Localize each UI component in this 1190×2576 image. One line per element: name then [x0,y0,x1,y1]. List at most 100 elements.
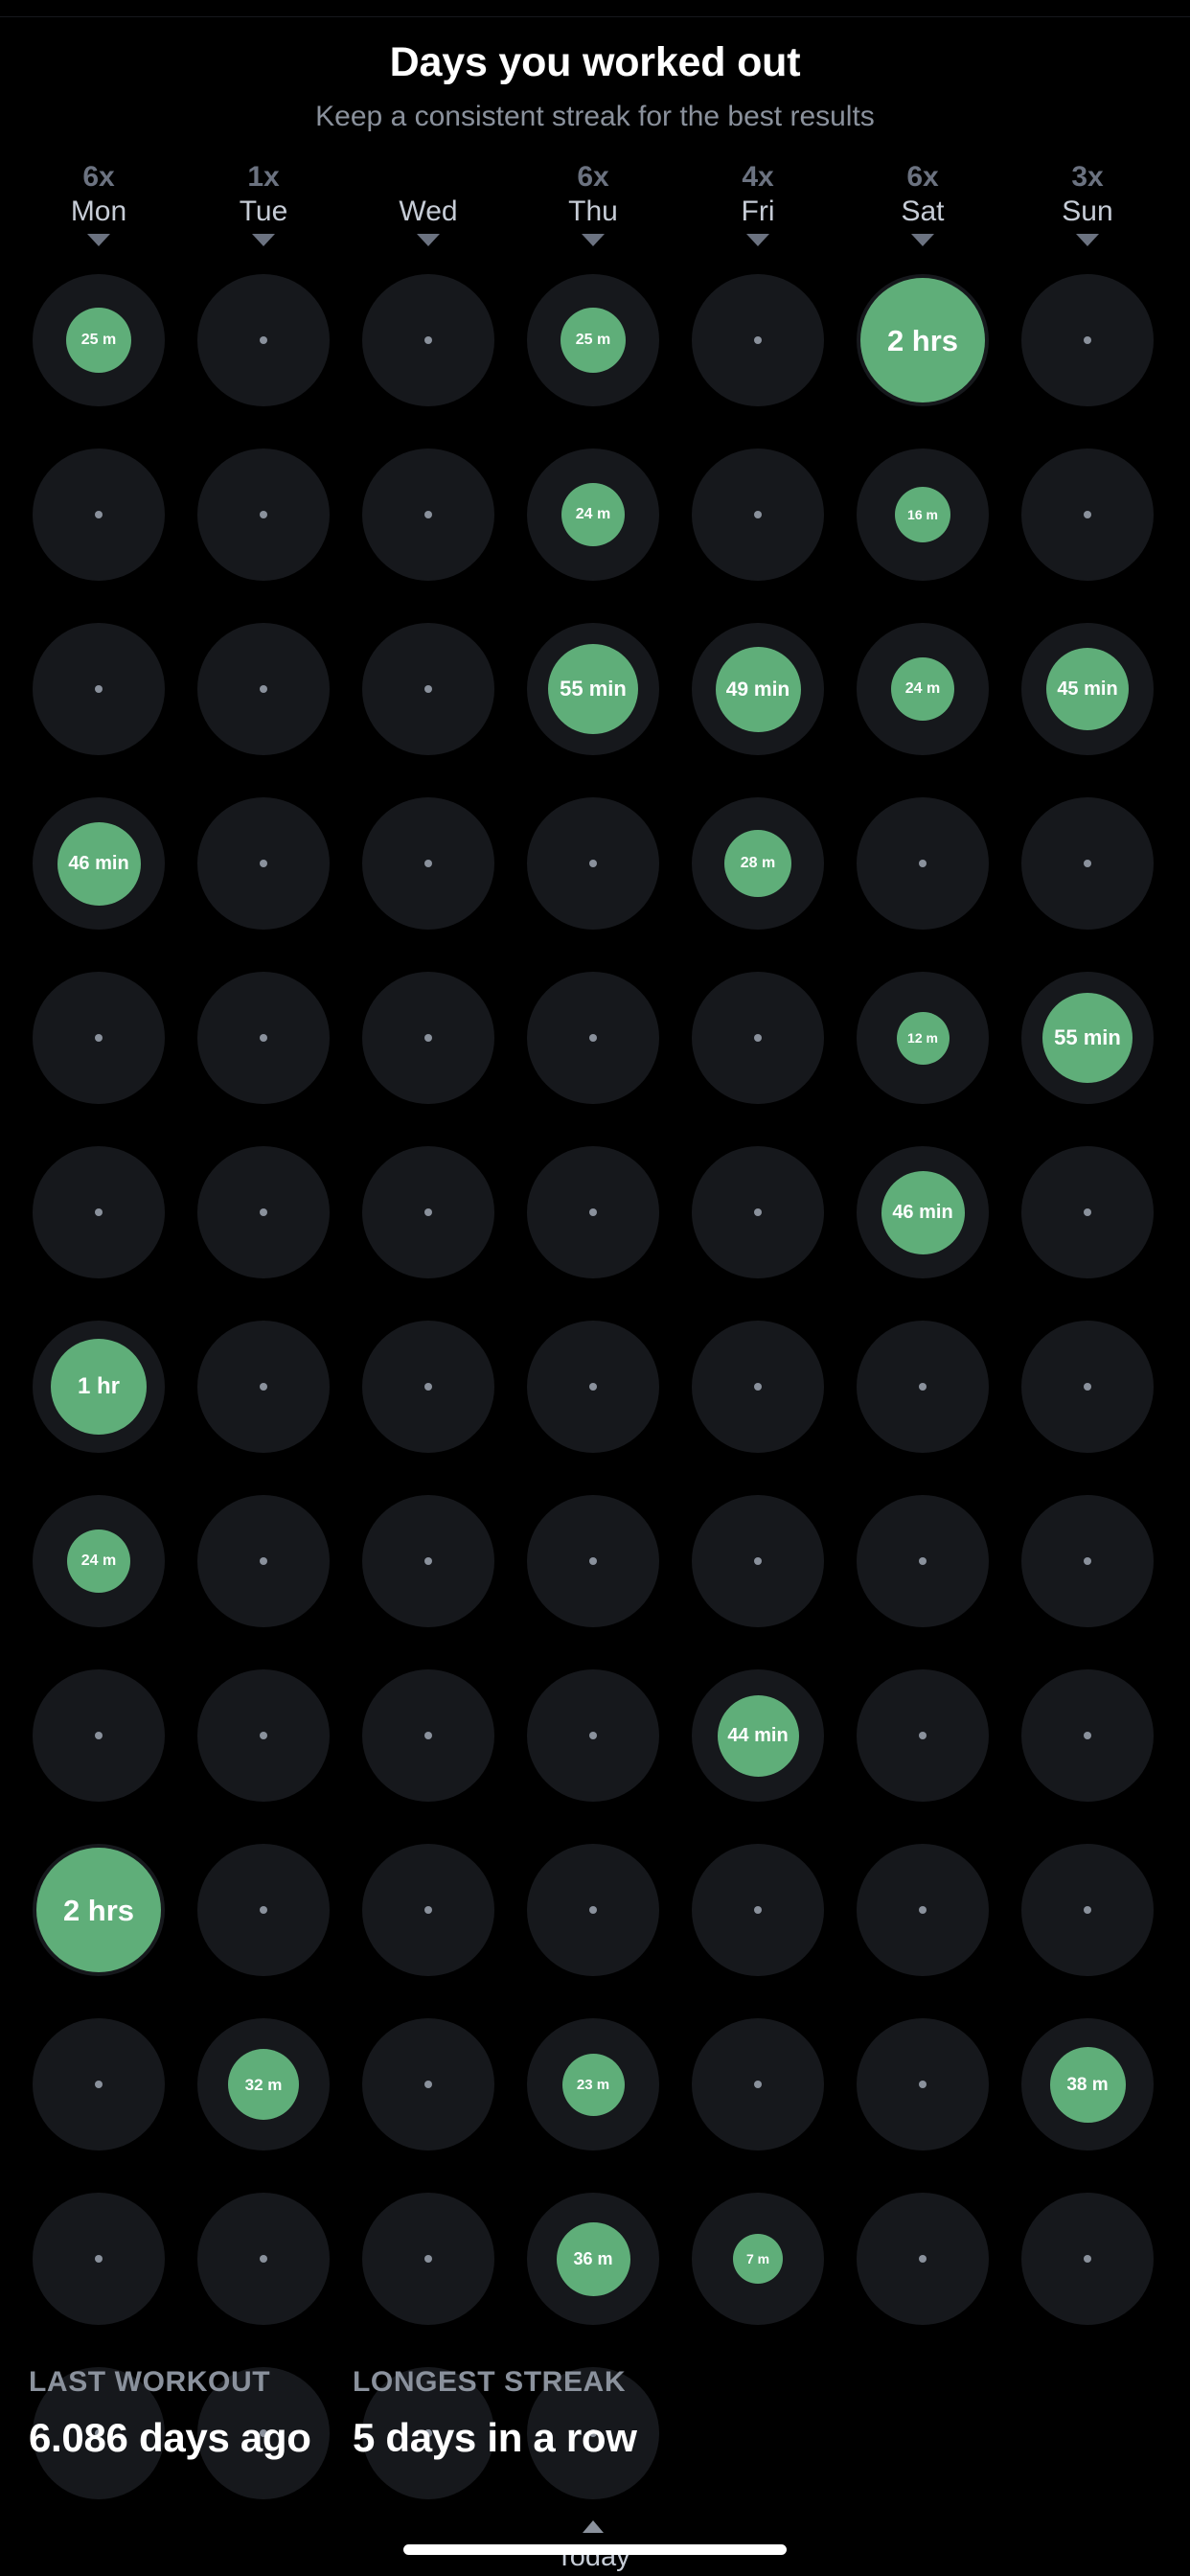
workout-day-cell[interactable]: 1 hr [33,1321,165,1453]
workout-day-cell[interactable] [857,2018,989,2150]
workout-day-cell[interactable] [692,274,824,406]
workout-day-cell[interactable] [197,1321,330,1453]
workout-day-cell[interactable]: 46 min [857,1146,989,1278]
workout-day-cell[interactable] [33,1146,165,1278]
workout-day-cell[interactable]: 16 m [857,448,989,581]
workout-day-cell[interactable] [33,2193,165,2325]
workout-day-cell[interactable] [692,972,824,1104]
workout-day-cell[interactable]: 2 hrs [33,1844,165,1976]
workout-day-cell[interactable] [362,2193,494,2325]
workout-day-cell[interactable]: 25 m [33,274,165,406]
workout-day-cell[interactable] [362,448,494,581]
workout-day-cell[interactable]: 55 min [527,623,659,755]
workout-day-cell[interactable] [1021,1844,1154,1976]
workout-duration-bubble[interactable]: 55 min [1042,993,1133,1083]
workout-day-cell[interactable] [692,1146,824,1278]
workout-day-cell[interactable]: 25 m [527,274,659,406]
workout-day-cell[interactable] [362,797,494,930]
workout-day-cell[interactable] [692,1844,824,1976]
workout-day-cell[interactable]: 28 m [692,797,824,930]
workout-day-cell[interactable] [527,1321,659,1453]
workout-day-cell[interactable] [362,1844,494,1976]
workout-duration-bubble[interactable]: 45 min [1046,648,1129,730]
workout-day-cell[interactable] [527,797,659,930]
workout-day-cell[interactable] [33,448,165,581]
workout-duration-bubble[interactable]: 2 hrs [36,1848,161,1972]
workout-day-cell[interactable] [362,623,494,755]
workout-duration-bubble[interactable]: 7 m [733,2234,783,2284]
workout-duration-bubble[interactable]: 44 min [717,1694,799,1777]
workout-day-cell[interactable]: 32 m [197,2018,330,2150]
workout-day-cell[interactable] [197,1669,330,1802]
workout-day-cell[interactable] [362,1146,494,1278]
workout-day-cell[interactable] [1021,1495,1154,1627]
workout-day-cell[interactable] [33,1669,165,1802]
workout-day-cell[interactable] [857,2193,989,2325]
workout-day-cell[interactable] [692,448,824,581]
workout-day-cell[interactable]: 44 min [692,1669,824,1802]
day-column-header-thu[interactable]: 6x Thu [511,161,675,246]
workout-duration-bubble[interactable]: 1 hr [51,1339,147,1435]
workout-day-cell[interactable]: 24 m [33,1495,165,1627]
workout-day-cell[interactable] [527,1669,659,1802]
workout-day-cell[interactable]: 36 m [527,2193,659,2325]
workout-duration-bubble[interactable]: 24 m [561,483,625,546]
workout-duration-bubble[interactable]: 36 m [556,2221,630,2296]
workout-duration-bubble[interactable]: 12 m [896,1011,950,1065]
workout-day-cell[interactable] [362,1669,494,1802]
day-column-header-sat[interactable]: 6x Sat [840,161,1005,246]
workout-day-cell[interactable] [33,972,165,1104]
day-column-header-tue[interactable]: 1x Tue [181,161,346,246]
workout-day-cell[interactable] [857,1321,989,1453]
workout-day-cell[interactable] [527,972,659,1104]
workout-day-cell[interactable] [197,448,330,581]
workout-duration-bubble[interactable]: 46 min [881,1170,965,1254]
workout-day-cell[interactable] [362,274,494,406]
workout-duration-bubble[interactable]: 32 m [228,2049,299,2120]
workout-day-cell[interactable] [692,1495,824,1627]
workout-day-cell[interactable] [197,972,330,1104]
workout-day-cell[interactable] [1021,1321,1154,1453]
workout-day-cell[interactable] [362,1321,494,1453]
workout-day-cell[interactable] [527,1844,659,1976]
workout-day-cell[interactable] [857,797,989,930]
workout-day-cell[interactable] [197,797,330,930]
workout-day-cell[interactable] [362,2018,494,2150]
workout-day-cell[interactable]: 24 m [857,623,989,755]
day-column-header-sun[interactable]: 3x Sun [1005,161,1170,246]
workout-day-cell[interactable] [197,274,330,406]
workout-day-cell[interactable] [1021,1146,1154,1278]
workout-day-cell[interactable] [1021,274,1154,406]
workout-day-cell[interactable] [692,2018,824,2150]
workout-duration-bubble[interactable]: 25 m [66,308,131,373]
workout-day-cell[interactable]: 2 hrs [857,274,989,406]
workout-duration-bubble[interactable]: 46 min [57,821,141,906]
workout-day-cell[interactable] [1021,797,1154,930]
workout-day-cell[interactable] [1021,2193,1154,2325]
workout-day-cell[interactable] [857,1844,989,1976]
workout-day-cell[interactable]: 12 m [857,972,989,1104]
workout-day-cell[interactable] [197,1495,330,1627]
workout-day-cell[interactable]: 23 m [527,2018,659,2150]
day-column-header-wed[interactable]: Wed [346,161,511,246]
workout-duration-bubble[interactable]: 28 m [724,830,791,897]
workout-day-cell[interactable] [527,1146,659,1278]
workout-duration-bubble[interactable]: 38 m [1049,2046,1126,2123]
workout-duration-bubble[interactable]: 55 min [548,644,638,734]
workout-day-cell[interactable] [33,2018,165,2150]
workout-day-cell[interactable] [197,1844,330,1976]
workout-day-cell[interactable] [1021,1669,1154,1802]
workout-day-cell[interactable] [857,1495,989,1627]
workout-day-cell[interactable]: 38 m [1021,2018,1154,2150]
workout-duration-bubble[interactable]: 24 m [891,657,954,721]
workout-day-cell[interactable] [197,2193,330,2325]
workout-day-cell[interactable] [362,1495,494,1627]
workout-duration-bubble[interactable]: 2 hrs [860,278,985,402]
workout-day-cell[interactable]: 46 min [33,797,165,930]
workout-day-cell[interactable]: 45 min [1021,623,1154,755]
day-column-header-fri[interactable]: 4x Fri [675,161,840,246]
workout-day-cell[interactable] [197,623,330,755]
workout-day-cell[interactable]: 24 m [527,448,659,581]
workout-day-cell[interactable]: 55 min [1021,972,1154,1104]
workout-day-cell[interactable] [527,1495,659,1627]
